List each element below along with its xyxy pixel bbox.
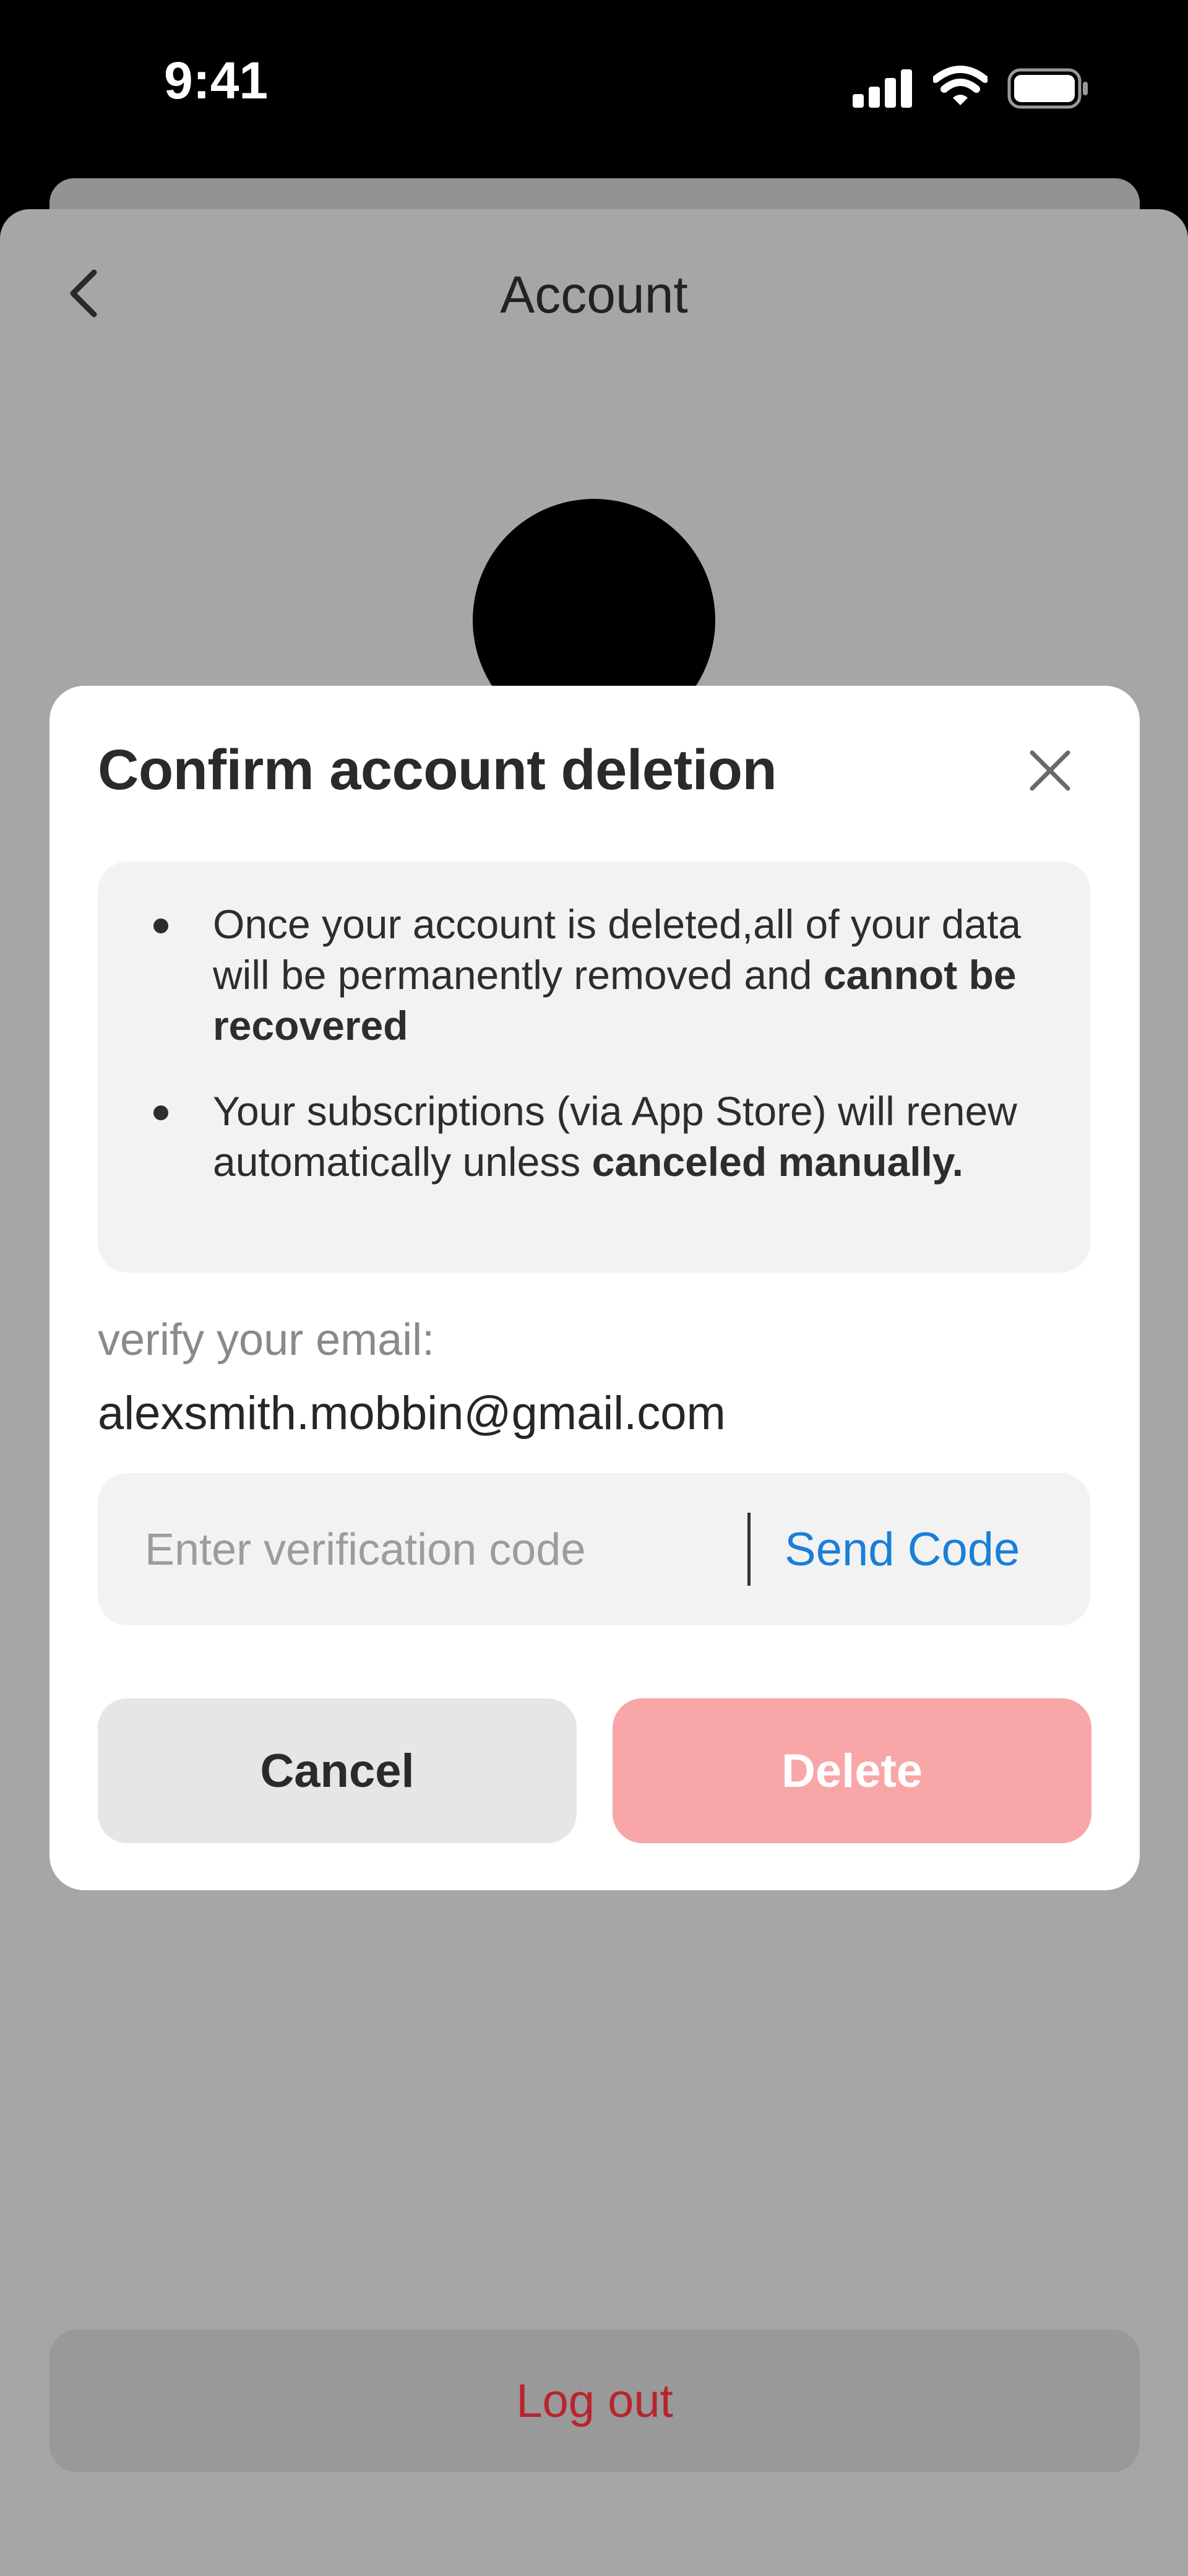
dialog-title: Confirm account deletion	[98, 738, 777, 802]
send-code-button[interactable]: Send Code	[785, 1473, 1020, 1625]
close-icon[interactable]	[1027, 748, 1073, 793]
verification-code-field: Send Code	[98, 1473, 1090, 1627]
bullet-dot	[153, 918, 168, 933]
signal-icon	[853, 69, 913, 108]
confirm-deletion-dialog: Confirm account deletion Once your accou…	[50, 686, 1140, 1890]
verify-email-label: verify your email:	[98, 1315, 435, 1365]
status-bar: 9:41	[0, 0, 1188, 179]
field-divider	[747, 1513, 751, 1586]
email-address: alexsmith.mobbin@gmail.com	[98, 1387, 726, 1440]
warning-info-box: Once your account is deleted,all of your…	[98, 862, 1090, 1273]
bullet-bold-text: canceled manually.	[592, 1139, 964, 1185]
verification-code-input[interactable]	[144, 1473, 703, 1627]
status-time: 9:41	[164, 51, 269, 110]
battery-icon	[1007, 68, 1088, 109]
bullet-dot	[153, 1105, 168, 1120]
logout-button[interactable]: Log out	[50, 2330, 1140, 2472]
cancel-button[interactable]: Cancel	[98, 1698, 577, 1843]
page-title: Account	[500, 266, 688, 324]
delete-button[interactable]: Delete	[613, 1698, 1091, 1843]
wifi-icon	[933, 66, 988, 105]
